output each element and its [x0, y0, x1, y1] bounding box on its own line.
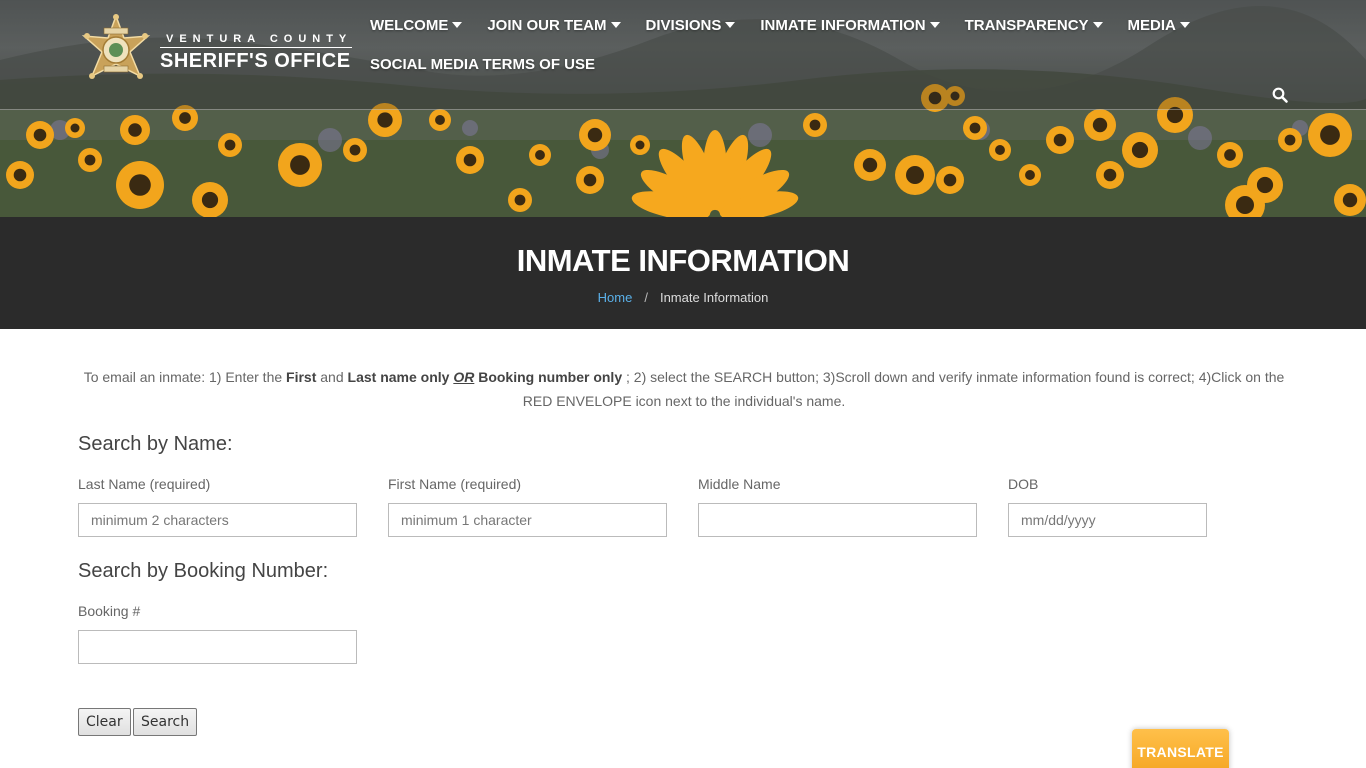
nav-item-media[interactable]: MEDIA — [1128, 17, 1190, 34]
dob-input[interactable] — [1008, 503, 1207, 537]
email-instructions: To email an inmate: 1) Enter the First a… — [78, 365, 1290, 413]
nav-label: SOCIAL MEDIA TERMS OF USE — [370, 55, 596, 73]
translate-button[interactable]: TRANSLATE — [1132, 729, 1229, 768]
nav-item-join-our-team[interactable]: JOIN OUR TEAM — [487, 16, 621, 34]
first-name-input[interactable] — [388, 503, 667, 537]
first-name-label: First Name (required) — [388, 476, 522, 492]
search-button[interactable]: Search — [133, 708, 198, 736]
caret-down-icon — [1179, 22, 1190, 28]
nav-item-welcome[interactable]: WELCOME — [370, 16, 463, 34]
caret-down-icon — [610, 22, 621, 28]
breadcrumb-home-link[interactable]: Home — [598, 290, 633, 305]
page-title-band: INMATE INFORMATION Home / Inmate Informati… — [0, 217, 1366, 329]
site-logo[interactable]: VENTURA COUNTY SHERIFF'S OFFICE — [80, 14, 353, 92]
caret-down-icon — [725, 22, 736, 28]
nav-row-primary: WELCOME JOIN OUR TEAM DIVISIONS INMATE I… — [370, 16, 1190, 34]
middle-name-label: Middle Name — [698, 476, 781, 492]
main-navigation: WELCOME JOIN OUR TEAM DIVISIONS INMATE I… — [370, 16, 1190, 73]
breadcrumb-current: Inmate Information — [659, 290, 769, 305]
nav-item-divisions[interactable]: DIVISIONS — [646, 17, 736, 34]
logo-county-text: VENTURA COUNTY — [160, 33, 353, 48]
instruction-text: To email an inmate: 1) Enter the — [83, 369, 287, 385]
instruction-last-name-only: Last name only — [347, 369, 450, 385]
nav-label: WELCOME — [370, 16, 449, 34]
nav-label: INMATE INFORMATION — [760, 16, 926, 34]
search-icon[interactable] — [1271, 86, 1289, 104]
nav-label: DIVISIONS — [645, 16, 722, 34]
nav-item-social-media-terms[interactable]: SOCIAL MEDIA TERMS OF USE — [370, 56, 595, 73]
instruction-first: First — [286, 369, 317, 385]
clear-button[interactable]: Clear — [78, 708, 131, 736]
logo-office-text: SHERIFF'S OFFICE — [160, 50, 351, 72]
instruction-text: ; 2) select the SEARCH button; 3)Scroll … — [522, 369, 1285, 409]
nav-item-inmate-information[interactable]: INMATE INFORMATION — [760, 16, 940, 34]
search-by-name-title: Search by Name: — [78, 433, 233, 455]
dob-label: DOB — [1008, 476, 1039, 492]
last-name-label: Last Name (required) — [78, 476, 211, 492]
caret-down-icon — [929, 22, 940, 28]
sheriff-badge-icon — [81, 14, 151, 79]
nav-label: JOIN OUR TEAM — [487, 16, 607, 34]
caret-down-icon — [452, 22, 463, 28]
nav-row-secondary: SOCIAL MEDIA TERMS OF USE — [370, 55, 1170, 73]
nav-item-transparency[interactable]: TRANSPARENCY — [965, 17, 1103, 34]
caret-down-icon — [1092, 22, 1103, 28]
breadcrumb-separator: / — [644, 290, 648, 305]
booking-number-input[interactable] — [78, 630, 357, 664]
instruction-or: OR — [453, 369, 475, 385]
last-name-input[interactable] — [78, 503, 357, 537]
booking-number-label: Booking # — [78, 603, 141, 619]
nav-label: MEDIA — [1127, 16, 1176, 34]
search-by-booking-title: Search by Booking Number: — [78, 560, 329, 582]
breadcrumb: Home / Inmate Information — [0, 290, 1366, 305]
nav-label: TRANSPARENCY — [964, 16, 1089, 34]
page-title: INMATE INFORMATION — [516, 243, 850, 278]
instruction-booking-only: Booking number only — [474, 369, 623, 385]
middle-name-input[interactable] — [698, 503, 977, 537]
instruction-text: and — [316, 369, 348, 385]
